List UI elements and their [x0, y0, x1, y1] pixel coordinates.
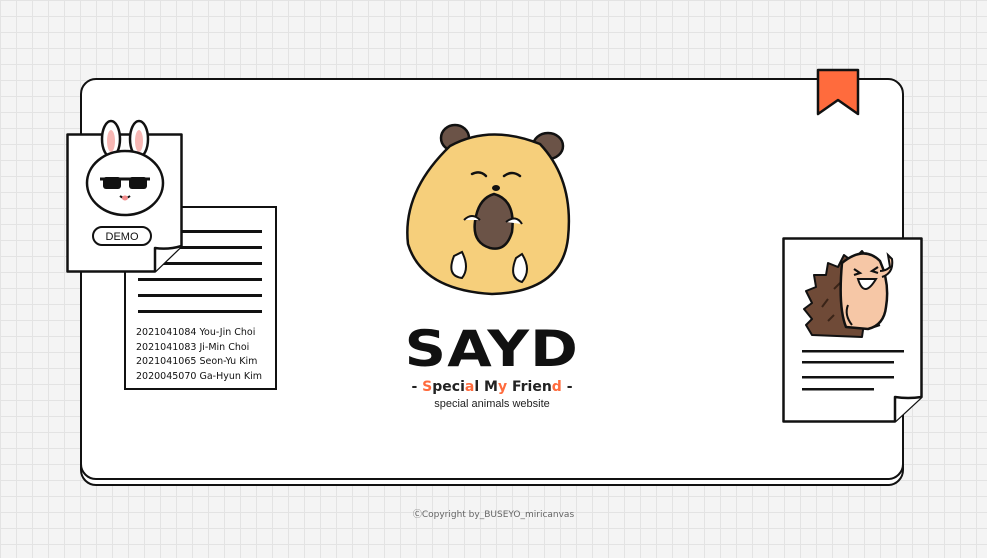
- tagline-prefix: -: [411, 379, 423, 395]
- demo-note: DEMO: [66, 119, 183, 273]
- hedgehog-note-frame: [782, 237, 923, 423]
- tagline: - Special My Friend -: [394, 378, 590, 396]
- logo-title: SAYD: [404, 320, 580, 378]
- bunny-with-sunglasses-icon: [85, 119, 165, 217]
- member-item: 2020045070 Ga-Hyun Kim: [136, 370, 263, 382]
- tagline-segment: S: [422, 379, 433, 395]
- logo-block: SAYD - Special My Friend - special anima…: [394, 322, 590, 411]
- note-line: [138, 278, 262, 281]
- tagline-segment: d: [551, 379, 562, 395]
- demo-button[interactable]: DEMO: [92, 226, 152, 246]
- tagline-segment: a: [464, 379, 475, 395]
- member-item: 2021041065 Seon-Yu Kim: [136, 356, 258, 367]
- member-item: 2021041084 You-Jin Choi: [136, 327, 256, 338]
- tagline-segment: l M: [474, 379, 498, 395]
- bookmark-icon[interactable]: [816, 68, 860, 116]
- note-line: [138, 310, 262, 313]
- tagline-segment: y: [497, 379, 508, 395]
- tagline-suffix: -: [561, 379, 573, 395]
- copyright-text: ⒸCopyright by_BUSEYO_miricanvas: [412, 510, 575, 520]
- note-line: [802, 361, 894, 364]
- hamster-holding-seed-icon: [406, 123, 571, 296]
- note-line: [802, 388, 874, 391]
- member-list: 2021041084 You-Jin Choi 2021041083 Ji-Mi…: [136, 326, 262, 384]
- note-line: [802, 376, 894, 379]
- member-item: 2021041083 Ji-Min Choi: [136, 341, 250, 353]
- tagline-segment: Frien: [507, 379, 552, 395]
- logo-subtitle: special animals website: [434, 398, 550, 410]
- hedgehog-note: [782, 237, 923, 423]
- tagline-segment: peci: [432, 379, 465, 395]
- note-line: [138, 294, 262, 297]
- note-line: [802, 350, 904, 353]
